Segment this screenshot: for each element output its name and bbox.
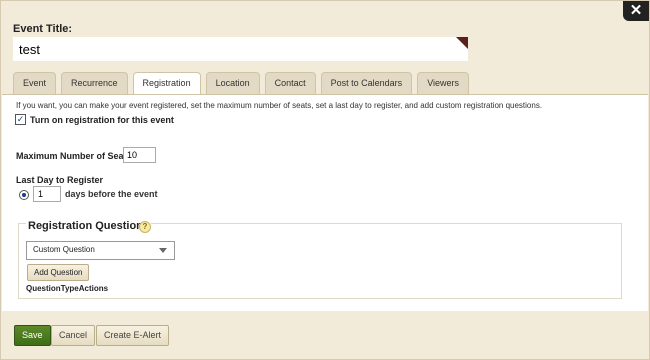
tab-post-to-calendars[interactable]: Post to Calendars <box>320 72 413 94</box>
question-type-select[interactable]: Custom Question <box>26 241 175 260</box>
tab-contact[interactable]: Contact <box>264 72 316 94</box>
chevron-down-icon <box>159 248 167 253</box>
tab-location[interactable]: Location <box>205 72 260 94</box>
close-icon[interactable]: ✕ <box>623 1 649 21</box>
event-title-label: Event Title: <box>13 23 73 35</box>
tab-bar: Event Recurrence Registration Location C… <box>13 72 474 95</box>
question-type-value: Custom Question <box>33 245 95 254</box>
registration-checkbox-label: Turn on registration for this event <box>30 114 174 125</box>
event-title-input[interactable] <box>13 37 468 61</box>
registration-panel: If you want, you can make your event reg… <box>2 94 648 311</box>
registration-checkbox[interactable]: ✓ <box>15 114 26 125</box>
add-question-button[interactable]: Add Question <box>27 264 90 281</box>
tab-registration[interactable]: Registration <box>132 72 201 95</box>
help-icon[interactable]: ? <box>139 221 151 233</box>
days-before-label: days before the event <box>65 189 158 199</box>
registration-toggle-row: ✓ Turn on registration for this event <box>15 114 174 125</box>
registration-questions-title: Registration Questions <box>26 220 152 232</box>
cancel-button[interactable]: Cancel <box>51 325 96 346</box>
resize-corner-icon <box>456 37 468 49</box>
create-ealert-button[interactable]: Create E-Alert <box>96 325 170 346</box>
max-seats-input[interactable] <box>123 147 156 163</box>
save-button[interactable]: Save <box>14 325 51 346</box>
registration-questions-box: Registration Questions ? Custom Question… <box>18 220 622 299</box>
max-seats-label: Maximum Number of Seats <box>16 151 132 161</box>
registration-info-text: If you want, you can make your event reg… <box>16 101 543 110</box>
tab-viewers[interactable]: Viewers <box>417 72 470 94</box>
days-before-input[interactable] <box>33 186 61 202</box>
tab-event[interactable]: Event <box>13 72 57 94</box>
tab-recurrence[interactable]: Recurrence <box>61 72 128 94</box>
question-type-actions-label: QuestionTypeActions <box>26 284 109 293</box>
last-day-label: Last Day to Register <box>16 175 104 185</box>
days-before-radio[interactable] <box>19 190 29 200</box>
event-dialog: ✕ Event Title: Event Recurrence Registra… <box>0 0 650 360</box>
